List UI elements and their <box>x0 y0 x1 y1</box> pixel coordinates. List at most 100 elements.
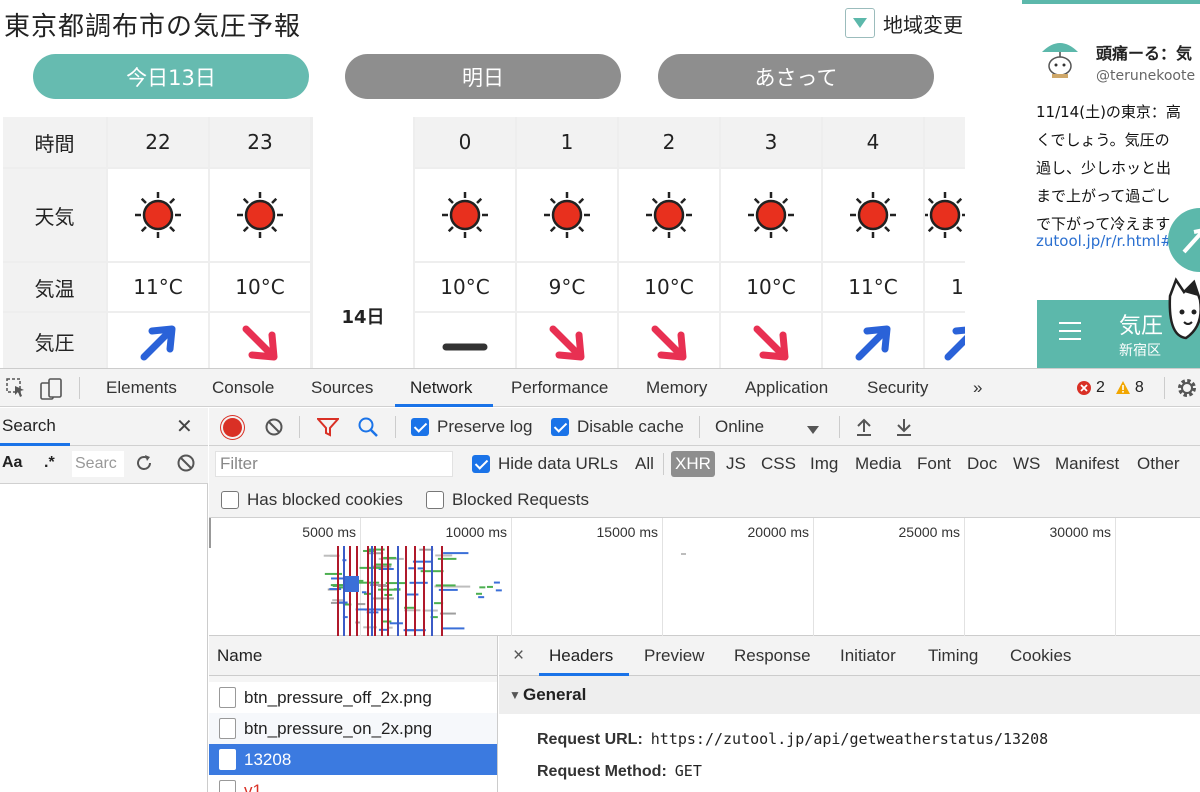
network-toolbar: Preserve log Disable cache Online <box>209 408 1200 446</box>
filter-type-xhr[interactable]: XHR <box>671 451 715 477</box>
tab-tomorrow[interactable]: 明日 <box>345 54 621 99</box>
triangle-down-icon: ▼ <box>509 688 521 702</box>
disable-cache-checkbox[interactable] <box>551 418 569 436</box>
region-change-button[interactable]: 地域変更 <box>845 8 963 38</box>
tab-day-after[interactable]: あさって <box>658 54 934 99</box>
pressure-cell <box>925 313 965 368</box>
inspect-element-icon[interactable] <box>6 378 26 403</box>
filter-type-css[interactable]: CSS <box>761 454 796 474</box>
tab-performance[interactable]: Performance <box>511 369 608 407</box>
detail-tab-initiator[interactable]: Initiator <box>840 636 896 676</box>
pressure-cell <box>210 313 310 368</box>
weather-cell <box>619 169 719 261</box>
preserve-log-checkbox[interactable] <box>411 418 429 436</box>
arrow-up-icon <box>1182 228 1200 254</box>
regex-toggle[interactable]: .* <box>44 454 55 472</box>
tweet-author-name[interactable]: 頭痛ーる：気 <box>1096 40 1192 64</box>
tab-network[interactable]: Network <box>410 369 472 407</box>
request-detail: × Headers Preview Response Initiator Timing C… <box>499 636 1200 792</box>
detail-tab-headers[interactable]: Headers <box>549 636 613 676</box>
hour-cell: 3 <box>721 117 821 167</box>
filter-icon[interactable] <box>315 417 341 442</box>
tab-today[interactable]: 今日13日 <box>33 54 309 99</box>
filter-bar-2: Has blocked cookies Blocked Requests <box>209 482 1200 518</box>
issues-counter[interactable]: 2 8 <box>1076 379 1144 397</box>
close-detail-button[interactable]: × <box>513 636 524 676</box>
filter-type-font[interactable]: Font <box>917 454 951 474</box>
pressure-cell <box>721 313 821 368</box>
temp-cell: 1 <box>925 263 965 311</box>
blocked-requests-checkbox[interactable] <box>426 491 444 509</box>
request-row[interactable]: btn_pressure_off_2x.png <box>209 682 497 713</box>
tab-[interactable]: » <box>973 369 982 407</box>
filter-bar: Filter Hide data URLs All XHR JS CSS Img Medi… <box>209 446 1200 482</box>
clear-icon[interactable] <box>176 453 196 478</box>
network-overview-timeline[interactable]: 5000 ms 10000 ms 15000 ms 20000 ms 25000 ms 3… <box>209 518 1200 636</box>
error-icon <box>1077 381 1091 395</box>
chevron-down-icon[interactable] <box>807 422 819 440</box>
hour-cell: 0 <box>415 117 515 167</box>
request-method-row: Request Method: GET <box>537 762 702 780</box>
filter-type-media[interactable]: Media <box>855 454 901 474</box>
filter-type-js[interactable]: JS <box>726 454 746 474</box>
export-har-icon[interactable] <box>895 417 913 442</box>
request-row-selected[interactable]: 13208 <box>209 744 497 775</box>
tab-memory[interactable]: Memory <box>646 369 707 407</box>
temp-cell: 10°C <box>721 263 821 311</box>
tweet-link[interactable]: zutool.jp/r/r.html# <box>1036 232 1173 250</box>
request-list: Name btn_pressure_off_2x.png btn_pressur… <box>209 636 498 792</box>
tab-elements[interactable]: Elements <box>106 369 177 407</box>
filter-type-doc[interactable]: Doc <box>967 454 997 474</box>
divider <box>839 416 840 438</box>
filter-type-other[interactable]: Other <box>1137 454 1180 474</box>
weather-page: 東京都調布市の気圧予報 地域変更 今日13日 明日 あさって 時間 天気 気温 … <box>0 0 1200 368</box>
device-toolbar-icon[interactable] <box>40 378 62 405</box>
tweet-author-handle[interactable]: @terunekoote <box>1096 68 1195 84</box>
dropdown-triangle-icon <box>845 8 875 38</box>
devtools-tabbar: Elements Console Sources Network Performance… <box>0 369 1200 407</box>
detail-tab-preview[interactable]: Preview <box>644 636 704 676</box>
clear-log-icon[interactable] <box>264 417 284 442</box>
request-row[interactable]: btn_pressure_on_2x.png <box>209 713 497 744</box>
name-column-header[interactable]: Name <box>209 636 497 676</box>
detail-tab-timing[interactable]: Timing <box>928 636 978 676</box>
throttle-select[interactable]: Online <box>715 417 764 437</box>
search-input[interactable]: Searc <box>72 451 124 477</box>
row-label-weather: 天気 <box>3 169 106 261</box>
sun-icon <box>849 191 897 239</box>
pressure-menu-sub: 新宿区 <box>1119 343 1161 359</box>
filter-type-img[interactable]: Img <box>810 454 838 474</box>
filter-type-all[interactable]: All <box>635 454 654 474</box>
pressure-up-icon <box>942 323 965 363</box>
scroll-top-button[interactable] <box>1168 208 1200 272</box>
general-section-header[interactable]: ▼ General <box>499 676 1200 714</box>
search-icon[interactable] <box>357 416 379 443</box>
tab-application[interactable]: Application <box>745 369 828 407</box>
has-blocked-cookies-checkbox[interactable] <box>221 491 239 509</box>
detail-tab-cookies[interactable]: Cookies <box>1010 636 1071 676</box>
pressure-up-icon <box>138 323 178 363</box>
record-button[interactable] <box>223 418 242 437</box>
tab-sources[interactable]: Sources <box>311 369 373 407</box>
pressure-up-icon <box>853 323 893 363</box>
request-row[interactable]: v1 <box>209 775 497 792</box>
detail-tab-response[interactable]: Response <box>734 636 811 676</box>
close-icon[interactable]: ✕ <box>176 414 193 439</box>
weather-cell <box>925 169 965 261</box>
import-har-icon[interactable] <box>855 417 873 442</box>
filter-type-ws[interactable]: WS <box>1013 454 1040 474</box>
match-case-toggle[interactable]: Aa <box>2 454 22 472</box>
tab-console[interactable]: Console <box>212 369 274 407</box>
sun-icon <box>543 191 591 239</box>
filter-type-manifest[interactable]: Manifest <box>1055 454 1119 474</box>
hide-data-urls-checkbox[interactable] <box>472 455 490 473</box>
row-label-temp: 気温 <box>3 263 106 311</box>
search-tab[interactable]: Search <box>2 408 56 444</box>
forecast-table: 時間 天気 気温 気圧 14日 22 11°C 23 10°C 0 10°C 1 9°C 2 10… <box>3 117 965 368</box>
tab-security[interactable]: Security <box>867 369 928 407</box>
refresh-icon[interactable] <box>134 453 154 478</box>
cat-mascot-icon <box>1164 276 1200 360</box>
gear-icon[interactable] <box>1176 377 1198 404</box>
filter-input[interactable]: Filter <box>215 451 453 477</box>
sun-icon <box>747 191 795 239</box>
